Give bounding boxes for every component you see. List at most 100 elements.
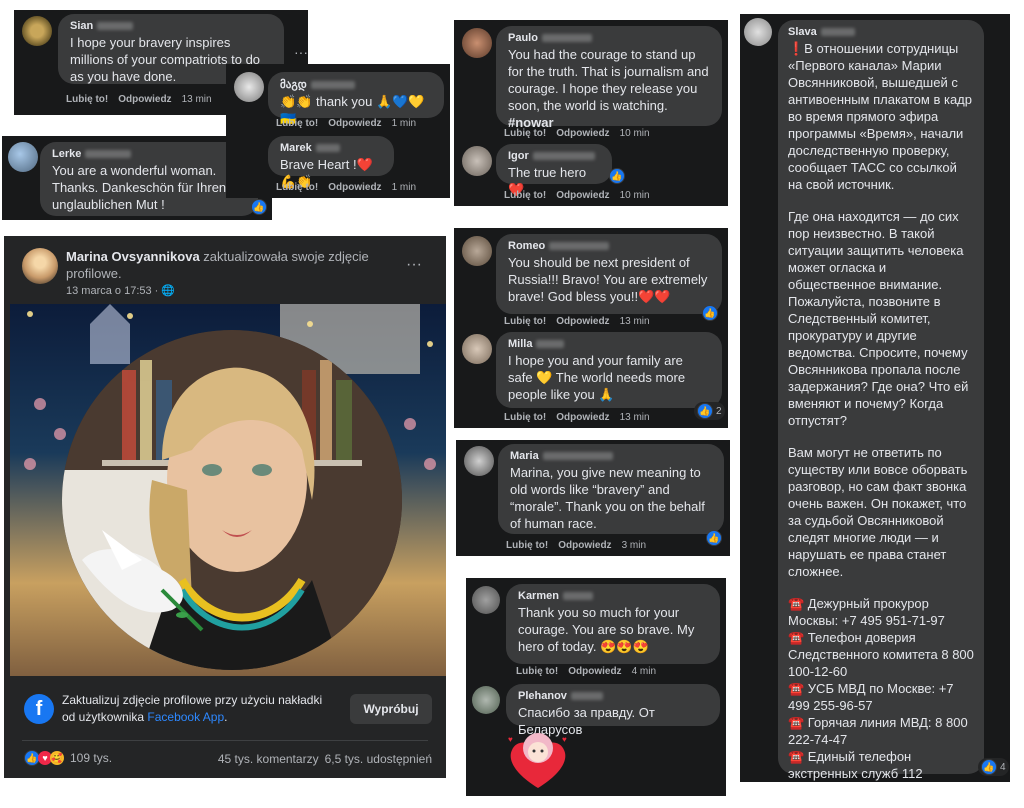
like-link[interactable]: Lubię to! — [276, 182, 318, 193]
reply-link[interactable]: Odpowiedz — [556, 190, 609, 201]
comment-panel-slava: Slava ❗В отношении сотрудницы «Первого к… — [740, 14, 1010, 782]
care-reaction-icon: 🥰 — [50, 751, 64, 765]
reaction-count[interactable]: 👍 4 — [978, 758, 1009, 776]
facebook-logo-icon[interactable]: f — [24, 694, 54, 724]
avatar[interactable] — [464, 446, 494, 476]
comment-time[interactable]: 13 min — [182, 94, 212, 105]
commenter-name[interactable]: Plehanov — [518, 690, 708, 702]
comment-time[interactable]: 4 min — [632, 666, 656, 677]
like-link[interactable]: Lubię to! — [66, 94, 108, 105]
commenter-name[interactable]: Karmen — [518, 590, 708, 602]
comment-text: You had the courage to stand up for the … — [508, 47, 713, 130]
commenter-name[interactable]: მაგდ — [280, 78, 432, 91]
like-link[interactable]: Lubię to! — [504, 412, 546, 423]
like-reaction-icon[interactable]: 👍 — [702, 305, 718, 321]
comment-bubble: Milla I hope you and your family are saf… — [496, 332, 722, 408]
avatar[interactable] — [462, 28, 492, 58]
commenter-name[interactable]: Romeo — [508, 240, 710, 252]
comment-text: I hope you and your family are safe 💛 Th… — [508, 353, 689, 402]
author-avatar[interactable] — [22, 248, 58, 284]
globe-icon: 🌐 — [161, 285, 176, 297]
reply-link[interactable]: Odpowiedz — [328, 182, 381, 193]
avatar[interactable] — [472, 686, 500, 714]
commenter-name[interactable]: Igor — [508, 150, 600, 162]
comment-time[interactable]: 1 min — [392, 182, 416, 193]
post-date[interactable]: 13 marca o 17:53 · — [66, 285, 158, 297]
reply-link[interactable]: Odpowiedz — [568, 666, 621, 677]
commenter-name[interactable]: Paulo — [508, 32, 710, 44]
comment-panel-geo-marek: მაგდ 👏👏 thank you 🙏💙💛🇺🇦 Lubię to! Odpowie… — [226, 64, 450, 198]
like-reaction-icon[interactable]: 👍 — [251, 199, 267, 215]
comment-count[interactable]: 45 tys. komentarzy — [218, 752, 319, 766]
like-reaction-icon: 👍 — [981, 759, 997, 775]
frame-promo-text: Zaktualizuj zdjęcie profilowe przy użyci… — [62, 693, 323, 724]
commenter-name[interactable]: Lerke — [52, 148, 246, 160]
post-cover-image[interactable] — [10, 304, 446, 676]
author-name[interactable]: Marina Ovsyannikova — [66, 249, 200, 264]
commenter-name[interactable]: Maria — [510, 450, 712, 462]
like-link[interactable]: Lubię to! — [504, 190, 546, 201]
commenter-name[interactable]: Marek — [280, 142, 382, 154]
comment-actions: Lubię to! Odpowiedz 3 min — [506, 540, 646, 551]
like-link[interactable]: Lubię to! — [506, 540, 548, 551]
like-link[interactable]: Lubię to! — [504, 128, 546, 139]
like-reaction-icon[interactable]: 👍 — [706, 530, 722, 546]
comment-bubble: Maria Marina, you give new meaning to ol… — [498, 444, 724, 534]
like-link[interactable]: Lubię to! — [276, 118, 318, 129]
comment-bubble: Plehanov Спасибо за правду. От Беларусов — [506, 684, 720, 737]
commenter-name[interactable]: Slava — [788, 26, 974, 38]
comment-text: You should be next president of Russia!!… — [508, 255, 712, 304]
reply-link[interactable]: Odpowiedz — [328, 118, 381, 129]
comment-bubble: Slava ❗В отношении сотрудницы «Первого к… — [778, 20, 984, 781]
comment-bubble: Marek Brave Heart !❤️💪👏 — [268, 136, 394, 189]
comment-time[interactable]: 13 min — [620, 316, 650, 327]
more-options-icon[interactable]: ··· — [406, 256, 422, 274]
post-header-text: Marina Ovsyannikova zaktualizowała swoje… — [66, 248, 396, 282]
comment-bubble: Karmen Thank you so much for your courag… — [506, 584, 720, 664]
comment-actions: Lubię to! Odpowiedz 13 min — [504, 412, 650, 423]
comment-paragraph: Вам могут не ответить по существу или во… — [788, 445, 971, 579]
comment-time[interactable]: 10 min — [620, 128, 650, 139]
comment-text: Marina, you give new meaning to old word… — [510, 465, 709, 531]
reply-link[interactable]: Odpowiedz — [556, 128, 609, 139]
more-options-icon[interactable]: ··· — [294, 44, 308, 60]
commenter-name[interactable]: Sian — [70, 20, 272, 32]
heart-sticker-image: ♥ ♥ — [502, 728, 574, 792]
post-reactions-summary[interactable]: 👍 ♥ 🥰 109 tys. — [24, 750, 112, 766]
comment-actions: Lubię to! Odpowiedz 13 min — [504, 316, 650, 327]
commenter-name[interactable]: Milla — [508, 338, 710, 350]
reaction-count: 109 tys. — [70, 751, 113, 765]
like-link[interactable]: Lubię to! — [504, 316, 546, 327]
share-count[interactable]: 6,5 tys. udostępnień — [325, 752, 432, 766]
svg-text:♥: ♥ — [508, 735, 513, 744]
avatar[interactable] — [234, 72, 264, 102]
avatar[interactable] — [462, 236, 492, 266]
avatar[interactable] — [744, 18, 772, 46]
comment-time[interactable]: 3 min — [622, 540, 646, 551]
facebook-app-link[interactable]: Facebook App — [147, 710, 224, 724]
like-link[interactable]: Lubię to! — [516, 666, 558, 677]
avatar[interactable] — [472, 586, 500, 614]
comment-time[interactable]: 13 min — [620, 412, 650, 423]
profile-photo-circle — [62, 330, 402, 670]
reaction-count[interactable]: 👍 2 — [694, 402, 725, 420]
comment-text: You are a wonderful woman. Thanks. Danke… — [52, 163, 227, 212]
comment-time[interactable]: 1 min — [392, 118, 416, 129]
comment-bubble: Romeo You should be next president of Ru… — [496, 234, 722, 314]
comment-text: Thank you so much for your courage. You … — [518, 605, 698, 654]
comment-actions: Lubię to! Odpowiedz 4 min — [516, 666, 656, 677]
avatar[interactable] — [462, 146, 492, 176]
reply-link[interactable]: Odpowiedz — [118, 94, 171, 105]
profile-picture-post: Marina Ovsyannikova zaktualizowała swoje… — [4, 236, 446, 778]
reply-link[interactable]: Odpowiedz — [556, 316, 609, 327]
reply-link[interactable]: Odpowiedz — [558, 540, 611, 551]
avatar[interactable] — [8, 142, 38, 172]
comment-time[interactable]: 10 min — [620, 190, 650, 201]
avatar[interactable] — [462, 334, 492, 364]
comment-actions: Lubię to! Odpowiedz 10 min — [504, 128, 650, 139]
like-reaction-icon[interactable]: 👍 — [609, 168, 625, 184]
avatar[interactable] — [22, 16, 52, 46]
comment-panel-karmen-plehanov: Karmen Thank you so much for your courag… — [466, 578, 726, 796]
reply-link[interactable]: Odpowiedz — [556, 412, 609, 423]
try-frame-button[interactable]: Wypróbuj — [350, 694, 432, 724]
